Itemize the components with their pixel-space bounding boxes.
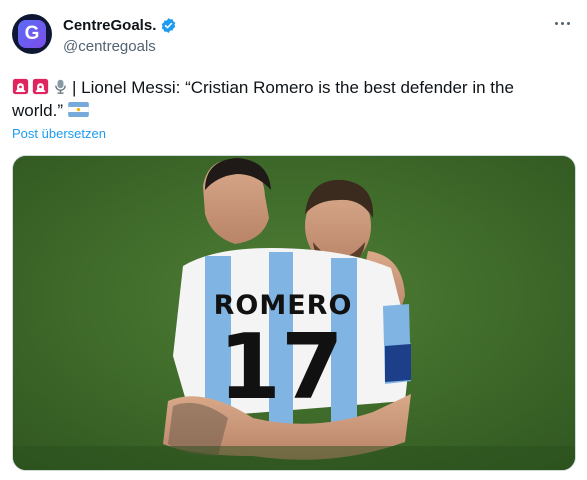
tweet-photo[interactable]: ROMERO 17 bbox=[12, 155, 576, 471]
verified-badge-icon bbox=[162, 17, 176, 33]
display-name[interactable]: CentreGoals. bbox=[63, 17, 156, 34]
romero-messi-photo: ROMERO 17 bbox=[13, 156, 575, 470]
account-avatar[interactable]: G bbox=[12, 14, 52, 54]
jersey-number: 17 bbox=[218, 315, 343, 420]
avatar-letter: G bbox=[24, 23, 40, 44]
tweet-text-line-2: world.” bbox=[12, 101, 64, 120]
avatar-logo: G bbox=[18, 20, 46, 48]
account-handle[interactable]: @centregoals bbox=[63, 38, 177, 55]
tweet-text: | Lionel Messi: “Cristian Romero is the … bbox=[12, 76, 552, 122]
tweet-text-line-1: | Lionel Messi: “Cristian Romero is the … bbox=[72, 78, 514, 97]
siren-emoji-icon bbox=[12, 78, 29, 95]
dot-icon bbox=[560, 21, 564, 25]
dot-icon bbox=[566, 21, 570, 25]
tweet-header: CentreGoals. @centregoals bbox=[63, 15, 177, 55]
dot-icon bbox=[554, 21, 558, 25]
microphone-emoji-icon bbox=[55, 79, 66, 94]
display-name-row: CentreGoals. bbox=[63, 15, 177, 35]
argentina-flag-icon bbox=[67, 102, 89, 117]
translate-post-link[interactable]: Post übersetzen bbox=[12, 126, 106, 141]
more-options-button[interactable] bbox=[551, 14, 573, 32]
siren-emoji-icon bbox=[32, 78, 49, 95]
